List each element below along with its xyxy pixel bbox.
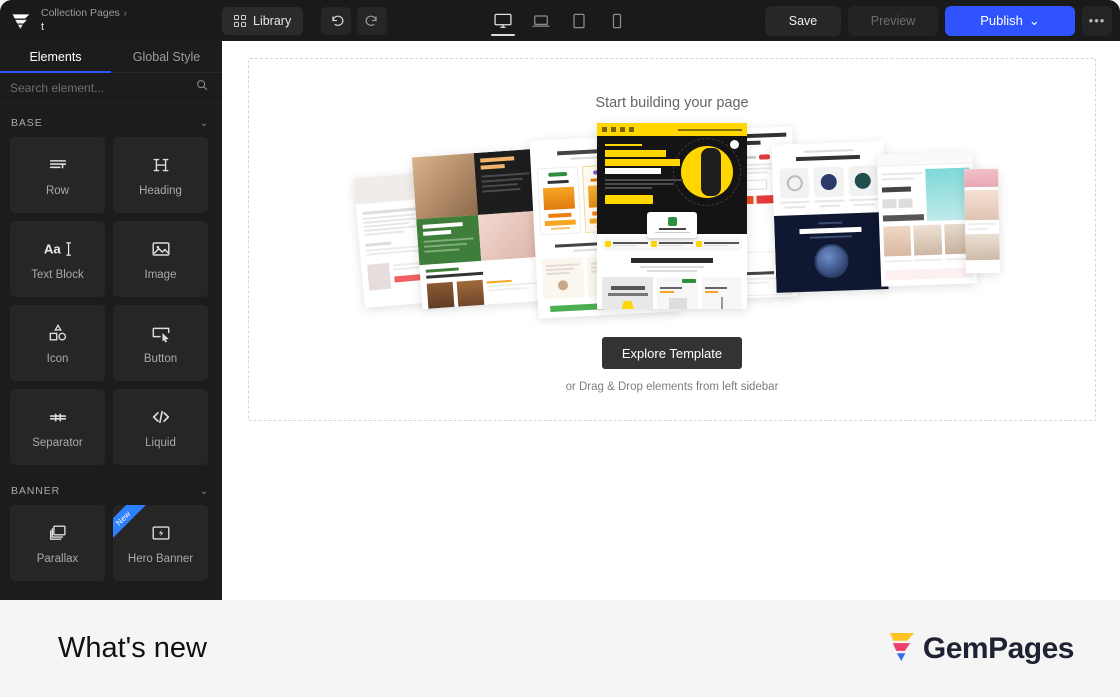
element-liquid[interactable]: Liquid <box>113 389 208 465</box>
element-button[interactable]: Button <box>113 305 208 381</box>
redo-button[interactable] <box>357 6 388 35</box>
device-active-underline <box>491 33 515 36</box>
separator-icon <box>47 406 69 428</box>
breadcrumb-parent[interactable]: Collection Pages <box>41 7 120 20</box>
top-bar: Collection Pages › t Library Save Previe… <box>0 0 1120 41</box>
whats-new-banner: What's new GemPages <box>0 600 1120 697</box>
brand-zone: Collection Pages › t <box>0 0 222 41</box>
chevron-down-icon: ⌄ <box>1028 12 1040 28</box>
save-button[interactable]: Save <box>765 5 841 36</box>
dropzone-hint: or Drag & Drop elements from left sideba… <box>565 381 779 393</box>
publish-button[interactable]: Publish ⌄ <box>945 5 1075 36</box>
gempages-wordmark: GemPages <box>922 631 1075 665</box>
undo-button[interactable] <box>321 6 352 35</box>
device-laptop[interactable] <box>528 4 554 38</box>
banner-title: What's new <box>58 632 207 664</box>
element-image[interactable]: Image <box>113 221 208 297</box>
grid-icon <box>234 14 246 27</box>
device-switcher <box>490 0 630 41</box>
layers-icon <box>47 522 69 544</box>
element-separator[interactable]: Separator <box>10 389 105 465</box>
element-label: Row <box>45 184 69 197</box>
template-thumb-4[interactable] <box>597 123 747 309</box>
explore-template-button[interactable]: Explore Template <box>602 337 742 369</box>
template-thumb-6[interactable] <box>771 141 889 293</box>
template-thumb-8[interactable] <box>964 168 1000 274</box>
element-label: Hero Banner <box>127 552 194 565</box>
group-header-banner[interactable]: BANNER ⌄ <box>0 477 222 505</box>
sidebar-tabs: Elements Global Style <box>0 41 222 73</box>
element-label: Icon <box>46 352 69 365</box>
canvas-area: Start building your page Explore Templat… <box>222 41 1120 600</box>
page-dropzone[interactable]: Start building your page Explore Templat… <box>248 58 1096 421</box>
device-mobile[interactable] <box>604 4 630 38</box>
library-button[interactable]: Library <box>222 6 304 35</box>
code-icon <box>150 406 172 428</box>
history-controls <box>321 6 388 35</box>
page-title: t <box>41 20 45 33</box>
template-collage <box>249 123 1095 323</box>
preview-button[interactable]: Preview <box>848 5 938 36</box>
search-row <box>0 73 222 103</box>
chevron-down-icon: ⌄ <box>199 117 209 129</box>
element-label: Heading <box>139 184 182 197</box>
group-title-base: BASE <box>11 117 43 129</box>
row-icon <box>47 154 69 176</box>
group-title-banner: BANNER <box>11 485 61 497</box>
image-icon <box>150 238 172 260</box>
gempages-logo-icon <box>888 630 915 668</box>
heading-icon <box>150 154 172 176</box>
new-badge: New <box>113 505 150 545</box>
editor-shell: Collection Pages › t Library Save Previe… <box>0 0 1120 600</box>
gempages-logo-icon <box>11 11 31 31</box>
chevron-right-icon: › <box>123 7 127 18</box>
element-text-block[interactable]: Aa Text Block <box>10 221 105 297</box>
template-thumb-2[interactable] <box>411 148 545 310</box>
device-desktop[interactable] <box>490 4 516 38</box>
element-grid-base: Row Heading Aa Text Block Image Icon But… <box>0 137 222 465</box>
element-heading[interactable]: Heading <box>113 137 208 213</box>
svg-text:Aa: Aa <box>43 241 61 256</box>
element-icon[interactable]: Icon <box>10 305 105 381</box>
chevron-down-icon: ⌄ <box>199 485 209 497</box>
tab-elements[interactable]: Elements <box>0 41 111 73</box>
publish-label: Publish <box>980 13 1023 28</box>
gempages-brand: GemPages <box>888 630 1075 668</box>
text-block-icon: Aa <box>43 238 73 260</box>
element-label: Separator <box>32 436 83 449</box>
element-label: Text Block <box>31 268 84 281</box>
breadcrumb[interactable]: Collection Pages › t <box>41 7 127 35</box>
explore-template-wrap: Explore Template <box>249 337 1095 369</box>
search-input[interactable] <box>10 80 195 95</box>
button-icon <box>150 322 172 344</box>
action-buttons: Save Preview Publish ⌄ ••• <box>765 0 1112 41</box>
left-sidebar: Elements Global Style BASE ⌄ <box>0 41 222 600</box>
element-label: Button <box>143 352 178 365</box>
more-options-button[interactable]: ••• <box>1082 5 1112 36</box>
template-thumb-7[interactable] <box>876 151 978 287</box>
group-header-base[interactable]: BASE ⌄ <box>0 109 222 137</box>
shapes-icon <box>47 322 69 344</box>
element-grid-banner: Parallax New Hero Banner <box>0 505 222 581</box>
app-root: Collection Pages › t Library Save Previe… <box>0 0 1120 697</box>
element-label: Parallax <box>36 552 79 565</box>
element-label: Liquid <box>145 436 176 449</box>
element-label: Image <box>144 268 177 281</box>
element-parallax[interactable]: Parallax <box>10 505 105 581</box>
search-icon[interactable] <box>195 78 209 97</box>
library-label: Library <box>253 13 292 28</box>
lightning-icon <box>150 522 172 544</box>
device-tablet[interactable] <box>566 4 592 38</box>
tab-global-style[interactable]: Global Style <box>111 41 222 72</box>
element-hero-banner[interactable]: New Hero Banner <box>113 505 208 581</box>
dropzone-title: Start building your page <box>595 95 749 111</box>
element-row[interactable]: Row <box>10 137 105 213</box>
